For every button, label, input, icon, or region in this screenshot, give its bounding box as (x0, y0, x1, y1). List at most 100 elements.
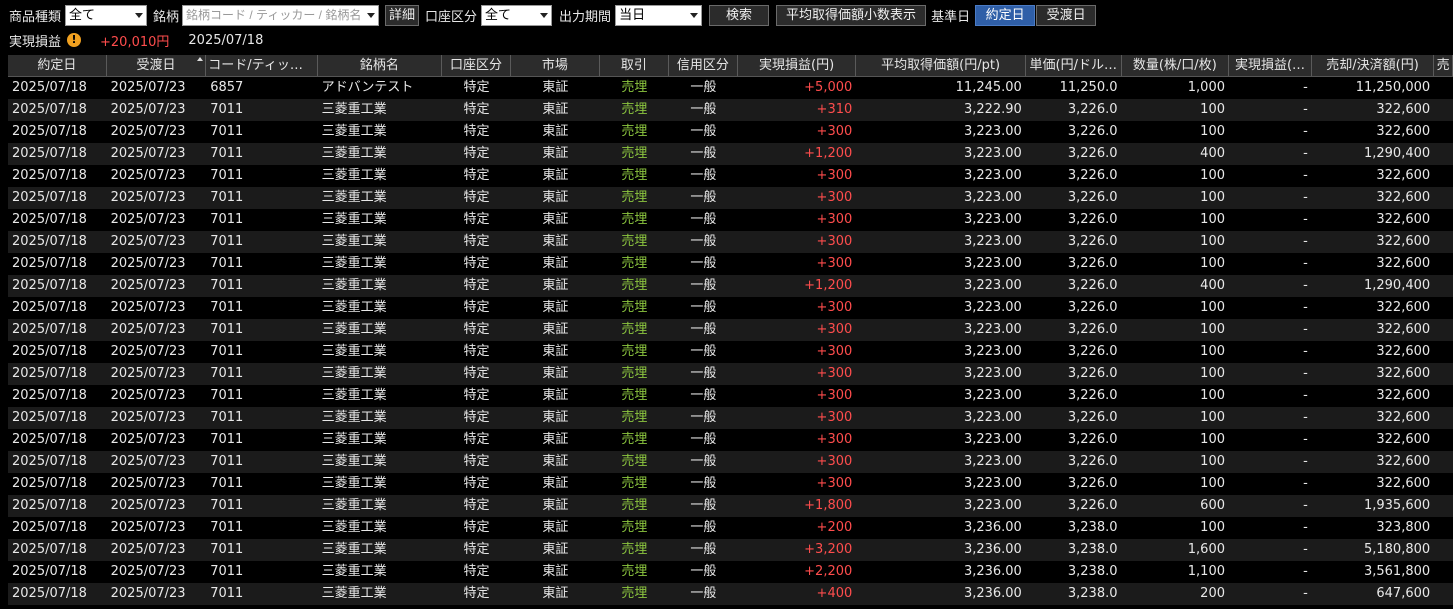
table-cell (1434, 187, 1453, 209)
product-type-select[interactable]: 全て (65, 4, 148, 26)
table-cell: 3,226.0 (1067, 432, 1118, 447)
table-cell: 特定 (463, 564, 490, 579)
table-row[interactable]: 2025/07/18 2025/07/23 7011 三菱重工業 特定 東証 売埋 一般 +30… (8, 473, 1453, 495)
table-row[interactable]: 2025/07/18 2025/07/23 7011 三菱重工業 特定 東証 売埋 一般 +30… (8, 385, 1453, 407)
table-cell: - (1303, 256, 1308, 271)
table-cell: - (1303, 146, 1308, 161)
table-cell: +300 (816, 212, 853, 227)
column-header-label: 受渡日 (136, 58, 176, 73)
table-cell: 東証 (542, 410, 569, 425)
symbol-select[interactable] (182, 4, 380, 26)
table-cell: 東証 (542, 344, 569, 359)
table-cell: - (1303, 410, 1308, 425)
table-cell: 一般 (690, 344, 717, 359)
table-row[interactable]: 2025/07/18 2025/07/23 7011 三菱重工業 特定 東証 売埋 一般 +30… (8, 341, 1453, 363)
table-row[interactable]: 2025/07/18 2025/07/23 7011 三菱重工業 特定 東証 売埋 一般 +30… (8, 253, 1453, 275)
table-cell: +300 (816, 432, 853, 447)
table-cell: 一般 (690, 432, 717, 447)
table-row[interactable]: 2025/07/18 2025/07/23 7011 三菱重工業 特定 東証 売埋 一般 +1,… (8, 143, 1453, 165)
table-row[interactable]: 2025/07/18 2025/07/23 7011 三菱重工業 特定 東証 売埋 一般 +30… (8, 319, 1453, 341)
table-cell: 東証 (542, 234, 569, 249)
table-cell: 2025/07/23 (110, 80, 186, 95)
account-type-select[interactable]: 全て (481, 4, 553, 26)
table-cell: 売埋 (621, 542, 648, 557)
settlement-date-button[interactable]: 受渡日 (1036, 4, 1097, 26)
table-cell: 7011 (210, 366, 244, 381)
column-header-4[interactable]: 口座区分 (442, 55, 512, 76)
table-cell: 三菱重工業 (321, 322, 387, 337)
detail-button[interactable]: 詳細 (385, 4, 420, 26)
table-row[interactable]: 2025/07/18 2025/07/23 7011 三菱重工業 特定 東証 売埋 一般 +30… (8, 363, 1453, 385)
table-cell: 322,600 (1376, 322, 1431, 337)
table-row[interactable]: 2025/07/18 2025/07/23 7011 三菱重工業 特定 東証 売埋 一般 +30… (8, 165, 1453, 187)
output-period-select[interactable]: 当日 (615, 4, 703, 26)
product-type-label: 商品種類 (9, 9, 62, 25)
table-row[interactable]: 2025/07/18 2025/07/23 7011 三菱重工業 特定 東証 売埋 一般 +1,… (8, 275, 1453, 297)
table-cell: 売埋 (621, 124, 648, 139)
table-cell (1434, 363, 1453, 385)
table-cell: 三菱重工業 (321, 586, 387, 601)
column-header-6[interactable]: 取引 (600, 55, 669, 76)
table-cell: 三菱重工業 (321, 190, 387, 205)
table-cell (1434, 77, 1453, 99)
symbol-input[interactable] (183, 5, 364, 25)
table-row[interactable]: 2025/07/18 2025/07/23 7011 三菱重工業 特定 東証 売埋 一般 +30… (8, 231, 1453, 253)
table-row[interactable]: 2025/07/18 2025/07/23 6857 アドバンテスト 特定 東証 売埋 一般 +… (8, 77, 1453, 99)
table-cell: 三菱重工業 (321, 212, 387, 227)
table-row[interactable]: 2025/07/18 2025/07/23 7011 三菱重工業 特定 東証 売埋 一般 +30… (8, 187, 1453, 209)
trade-date-button[interactable]: 約定日 (975, 4, 1036, 26)
table-cell: 東証 (542, 366, 569, 381)
table-cell (1434, 451, 1453, 473)
column-header-3[interactable]: 銘柄名 (318, 55, 442, 76)
search-button[interactable]: 検索 (709, 4, 770, 26)
table-row[interactable]: 2025/07/18 2025/07/23 7011 三菱重工業 特定 東証 売埋 一般 +30… (8, 209, 1453, 231)
warning-icon[interactable]: ! (67, 33, 82, 47)
table-cell: 売埋 (621, 498, 648, 513)
table-row[interactable]: 2025/07/18 2025/07/23 7011 三菱重工業 特定 東証 売埋 一般 +31… (8, 99, 1453, 121)
table-cell: 売埋 (621, 344, 648, 359)
table-cell: 2025/07/18 (12, 498, 87, 513)
table-cell: 売埋 (621, 432, 648, 447)
column-header-12[interactable]: 実現損益(… (1229, 55, 1312, 76)
table-cell: 特定 (463, 146, 490, 161)
avg-price-decimal-button[interactable]: 平均取得価額小数表示 (776, 4, 927, 26)
table-cell: 3,226.0 (1067, 322, 1118, 337)
table-row[interactable]: 2025/07/18 2025/07/23 7011 三菱重工業 特定 東証 売埋 一般 +30… (8, 429, 1453, 451)
column-header-2[interactable]: コード/ティッカー (206, 55, 318, 76)
table-row[interactable]: 2025/07/18 2025/07/23 7011 三菱重工業 特定 東証 売埋 一般 +2,… (8, 561, 1453, 583)
table-row[interactable]: 2025/07/18 2025/07/23 7011 三菱重工業 特定 東証 売埋 一般 +40… (8, 583, 1453, 605)
table-cell: 特定 (463, 586, 490, 601)
table-row[interactable]: 2025/07/18 2025/07/23 7011 三菱重工業 特定 東証 売埋 一般 +20… (8, 517, 1453, 539)
column-header-11[interactable]: 数量(株/口/枚) (1122, 55, 1230, 76)
table-row[interactable]: 2025/07/18 2025/07/23 7011 三菱重工業 特定 東証 売埋 一般 +30… (8, 297, 1453, 319)
table-cell: 3,223.00 (963, 388, 1022, 403)
table-row[interactable]: 2025/07/18 2025/07/23 7011 三菱重工業 特定 東証 売埋 一般 +3,… (8, 539, 1453, 561)
column-header-14[interactable]: 売 (1434, 55, 1453, 76)
table-cell: - (1303, 564, 1308, 579)
table-cell: 11,250.0 (1059, 80, 1118, 95)
table-cell: 400 (1200, 278, 1225, 293)
table-row[interactable]: 2025/07/18 2025/07/23 7011 三菱重工業 特定 東証 売埋 一般 +30… (8, 407, 1453, 429)
column-header-0[interactable]: 約定日 (8, 55, 107, 76)
table-cell: 322,600 (1376, 454, 1431, 469)
table-cell: 一般 (690, 520, 717, 535)
table-row[interactable]: 2025/07/18 2025/07/23 7011 三菱重工業 特定 東証 売埋 一般 +30… (8, 451, 1453, 473)
column-header-label: 市場 (541, 58, 568, 73)
column-header-7[interactable]: 信用区分 (669, 55, 738, 76)
column-header-9[interactable]: 平均取得価額(円/pt) (856, 55, 1026, 76)
table-cell: 2025/07/18 (12, 146, 87, 161)
column-header-8[interactable]: 実現損益(円) (738, 55, 857, 76)
table-cell: 3,226.0 (1067, 454, 1118, 469)
table-cell: 三菱重工業 (321, 476, 387, 491)
column-header-10[interactable]: 単価(円/ドル… (1026, 55, 1122, 76)
table-cell: 7011 (210, 124, 244, 139)
table-cell: 3,226.0 (1067, 388, 1118, 403)
column-header-13[interactable]: 売却/決済額(円) (1312, 55, 1435, 76)
table-cell: 100 (1200, 454, 1225, 469)
column-header-1[interactable]: 受渡日 (107, 55, 207, 76)
column-header-5[interactable]: 市場 (511, 55, 600, 76)
table-cell: 2025/07/18 (12, 300, 87, 315)
table-cell: 7011 (210, 102, 244, 117)
table-row[interactable]: 2025/07/18 2025/07/23 7011 三菱重工業 特定 東証 売埋 一般 +1,… (8, 495, 1453, 517)
table-row[interactable]: 2025/07/18 2025/07/23 7011 三菱重工業 特定 東証 売埋 一般 +30… (8, 121, 1453, 143)
